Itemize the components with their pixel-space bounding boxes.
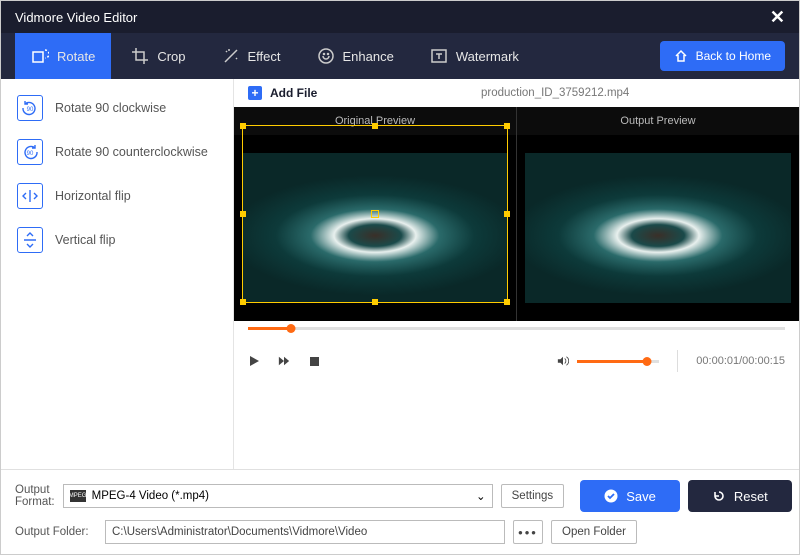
- sidebar-item-rotate-cw[interactable]: 90 Rotate 90 clockwise: [17, 91, 217, 125]
- rotate-icon: [31, 47, 49, 65]
- sidebar-label: Rotate 90 clockwise: [55, 101, 166, 115]
- volume-thumb[interactable]: [642, 357, 651, 366]
- tab-effect[interactable]: Effect: [206, 33, 297, 79]
- app-title: Vidmore Video Editor: [15, 10, 137, 25]
- sidebar-item-rotate-ccw[interactable]: 90 Rotate 90 counterclockwise: [17, 135, 217, 169]
- tab-crop[interactable]: Crop: [115, 33, 201, 79]
- add-file-bar: + Add File production_ID_3759212.mp4: [234, 79, 799, 107]
- rotate-cw-icon: 90: [17, 95, 43, 121]
- current-filename: production_ID_3759212.mp4: [325, 87, 785, 99]
- tab-enhance[interactable]: Enhance: [301, 33, 410, 79]
- timecode: 00:00:01/00:00:15: [696, 355, 785, 367]
- svg-text:90: 90: [27, 151, 34, 157]
- close-icon[interactable]: ✕: [770, 7, 785, 28]
- crop-handle[interactable]: [372, 123, 378, 129]
- timeline[interactable]: [234, 321, 799, 339]
- rotate-sidebar: 90 Rotate 90 clockwise 90 Rotate 90 coun…: [1, 79, 233, 469]
- footer: Output Format: MPEG MPEG-4 Video (*.mp4)…: [1, 469, 799, 554]
- crop-center-icon[interactable]: [371, 210, 379, 218]
- save-button[interactable]: Save: [580, 480, 680, 512]
- tab-watermark[interactable]: Watermark: [414, 33, 535, 79]
- output-folder-value: C:\Users\Administrator\Documents\Vidmore…: [112, 526, 367, 538]
- output-format-value: MPEG-4 Video (*.mp4): [92, 490, 209, 502]
- home-label: Back to Home: [696, 49, 771, 63]
- tab-rotate[interactable]: Rotate: [15, 33, 111, 79]
- effect-icon: [222, 47, 240, 65]
- play-icon[interactable]: [248, 355, 260, 367]
- reset-icon: [712, 489, 726, 503]
- fast-forward-icon[interactable]: [278, 355, 290, 367]
- output-preview-image: [525, 153, 791, 303]
- main-area: 90 Rotate 90 clockwise 90 Rotate 90 coun…: [1, 79, 799, 469]
- title-bar: Vidmore Video Editor ✕: [1, 1, 799, 33]
- crop-box[interactable]: [242, 125, 508, 303]
- tab-watermark-label: Watermark: [456, 49, 519, 64]
- flip-horizontal-icon: [17, 183, 43, 209]
- volume-fill: [577, 360, 647, 363]
- tab-effect-label: Effect: [248, 49, 281, 64]
- save-label: Save: [626, 489, 656, 504]
- volume-slider[interactable]: [577, 360, 659, 363]
- chevron-down-icon: ⌄: [476, 489, 486, 503]
- open-folder-button[interactable]: Open Folder: [551, 520, 637, 544]
- output-format-label: Output Format:: [15, 484, 55, 508]
- mpeg-icon: MPEG: [70, 490, 86, 502]
- output-format-select[interactable]: MPEG MPEG-4 Video (*.mp4) ⌄: [63, 484, 493, 508]
- crop-handle[interactable]: [372, 299, 378, 305]
- sidebar-label: Vertical flip: [55, 233, 115, 247]
- crop-handle[interactable]: [504, 123, 510, 129]
- crop-handle[interactable]: [240, 299, 246, 305]
- flip-vertical-icon: [17, 227, 43, 253]
- svg-text:90: 90: [27, 107, 34, 113]
- browse-folder-button[interactable]: •••: [513, 520, 543, 544]
- reset-label: Reset: [734, 489, 768, 504]
- crop-handle[interactable]: [504, 211, 510, 217]
- main-toolbar: Rotate Crop Effect Enhance Watermark Bac…: [1, 33, 799, 79]
- tab-crop-label: Crop: [157, 49, 185, 64]
- sidebar-item-flip-v[interactable]: Vertical flip: [17, 223, 217, 257]
- back-to-home-button[interactable]: Back to Home: [660, 41, 785, 71]
- timeline-track[interactable]: [248, 327, 785, 330]
- check-icon: [604, 489, 618, 503]
- preview-container: Original Preview Output Preview: [234, 107, 799, 321]
- divider: [677, 350, 678, 372]
- sidebar-label: Horizontal flip: [55, 189, 131, 203]
- stop-icon[interactable]: [308, 355, 320, 367]
- timeline-progress: [248, 327, 291, 330]
- app-window: Vidmore Video Editor ✕ Rotate Crop Effec…: [0, 0, 800, 555]
- tab-rotate-label: Rotate: [57, 49, 95, 64]
- volume-icon[interactable]: [557, 355, 569, 367]
- content-area: + Add File production_ID_3759212.mp4 Ori…: [233, 79, 799, 469]
- output-folder-input[interactable]: C:\Users\Administrator\Documents\Vidmore…: [105, 520, 505, 544]
- output-preview: Output Preview: [517, 107, 799, 321]
- output-folder-label: Output Folder:: [15, 526, 97, 538]
- timeline-playhead[interactable]: [286, 324, 295, 333]
- home-icon: [674, 49, 688, 63]
- sidebar-label: Rotate 90 counterclockwise: [55, 145, 208, 159]
- tab-enhance-label: Enhance: [343, 49, 394, 64]
- output-preview-label: Output Preview: [517, 107, 799, 135]
- crop-icon: [131, 47, 149, 65]
- volume-control: [557, 355, 659, 367]
- playback-controls: 00:00:01/00:00:15: [234, 339, 799, 383]
- settings-button[interactable]: Settings: [501, 484, 565, 508]
- rotate-ccw-icon: 90: [17, 139, 43, 165]
- watermark-icon: [430, 47, 448, 65]
- crop-handle[interactable]: [240, 211, 246, 217]
- add-file-label[interactable]: Add File: [270, 86, 317, 100]
- reset-button[interactable]: Reset: [688, 480, 792, 512]
- original-preview: Original Preview: [234, 107, 517, 321]
- add-file-icon[interactable]: +: [248, 86, 262, 100]
- enhance-icon: [317, 47, 335, 65]
- sidebar-item-flip-h[interactable]: Horizontal flip: [17, 179, 217, 213]
